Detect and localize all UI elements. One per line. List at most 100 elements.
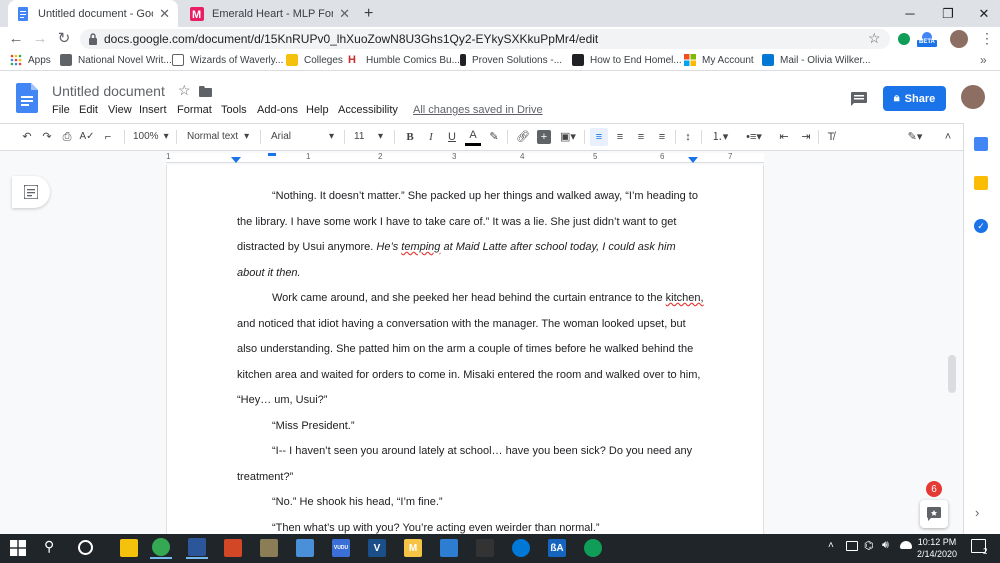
expand-panel-icon[interactable]: › xyxy=(975,505,979,520)
add-comment-icon[interactable]: + xyxy=(537,130,551,144)
move-folder-icon[interactable] xyxy=(199,86,212,97)
star-app-icon[interactable] xyxy=(474,537,496,559)
edge-icon[interactable] xyxy=(510,537,532,559)
style-select[interactable]: Normal text ▾ xyxy=(187,128,257,146)
undo-icon[interactable]: ↶ xyxy=(19,128,35,146)
windows-start-icon[interactable] xyxy=(10,540,26,556)
tab-mlp-forums[interactable]: M Emerald Heart - MLP Forums ✕ xyxy=(182,0,358,27)
first-line-indent-marker[interactable] xyxy=(268,153,276,156)
fa-app-icon[interactable]: ßA xyxy=(546,537,568,559)
document-line[interactable]: Work came around, and she peeked her hea… xyxy=(272,292,704,304)
text-color-icon[interactable]: A xyxy=(465,128,481,146)
menu-file[interactable]: File xyxy=(52,104,70,116)
align-left-icon[interactable]: ≡ xyxy=(590,128,608,146)
highlight-icon[interactable]: ✎ xyxy=(487,128,501,146)
align-center-icon[interactable]: ≡ xyxy=(612,128,628,146)
hangouts-icon[interactable] xyxy=(582,537,604,559)
chrome-icon[interactable] xyxy=(150,537,172,559)
minimize-icon[interactable]: ─ xyxy=(892,0,928,27)
browser-menu-icon[interactable]: ⋮ xyxy=(980,30,994,47)
decrease-indent-icon[interactable]: ⇤ xyxy=(776,128,792,146)
star-icon[interactable]: ☆ xyxy=(178,82,191,99)
close-icon[interactable]: ✕ xyxy=(339,6,350,22)
bookmark-humble[interactable]: H Humble Comics Bu... xyxy=(348,54,460,66)
account-avatar[interactable] xyxy=(961,85,985,109)
new-tab-button[interactable]: + xyxy=(364,5,373,23)
increase-indent-icon[interactable]: ⇥ xyxy=(798,128,814,146)
explore-button[interactable] xyxy=(920,500,948,528)
ruler[interactable]: 1 1 2 3 4 5 6 7 xyxy=(166,152,764,163)
print-icon[interactable]: ⎙ xyxy=(59,128,75,146)
bold-icon[interactable]: B xyxy=(403,128,417,146)
document-line[interactable]: “Then what’s up with you? You’re acting … xyxy=(272,522,600,534)
bookmark-my-account[interactable]: My Account xyxy=(684,54,754,66)
document-line[interactable]: distracted by Usui anymore. He’s temping… xyxy=(237,241,676,253)
clear-formatting-icon[interactable]: T̸ xyxy=(823,128,839,146)
notepad-icon[interactable] xyxy=(294,537,316,559)
word-icon[interactable] xyxy=(186,537,208,559)
vudu-icon[interactable]: VUDU xyxy=(330,537,352,559)
system-clock[interactable]: 10:12 PM 2/14/2020 xyxy=(912,536,962,560)
reload-icon[interactable]: ↻ xyxy=(56,31,72,47)
document-title[interactable]: Untitled document xyxy=(52,83,165,99)
comments-icon[interactable] xyxy=(851,92,867,106)
align-justify-icon[interactable]: ≡ xyxy=(654,128,670,146)
spellcheck-icon[interactable]: A✓ xyxy=(79,128,95,146)
insert-image-icon[interactable]: ▣▾ xyxy=(557,128,579,146)
font-size-select[interactable]: 11 ▾ xyxy=(354,128,388,146)
redo-icon[interactable]: ↷ xyxy=(39,128,55,146)
m-app-icon[interactable]: M xyxy=(402,537,424,559)
document-line[interactable]: kitchen area and waited for orders to co… xyxy=(237,369,700,381)
left-indent-marker[interactable] xyxy=(231,157,241,163)
bookmark-colleges[interactable]: Colleges xyxy=(286,54,343,66)
document-line[interactable]: also understanding. She patted him on th… xyxy=(237,343,693,355)
line-spacing-icon[interactable]: ↕ xyxy=(680,128,696,146)
scrollbar[interactable] xyxy=(948,355,956,393)
bookmark-proven[interactable]: Proven Solutions -... xyxy=(460,54,562,66)
save-status[interactable]: All changes saved in Drive xyxy=(413,104,543,116)
bookmark-mail[interactable]: Mail - Olivia Wilker... xyxy=(762,54,871,66)
bookmark-wizards[interactable]: Wizards of Waverly... xyxy=(172,54,283,66)
back-icon[interactable]: ← xyxy=(8,31,24,47)
link-icon[interactable]: 🔗︎ xyxy=(515,128,531,146)
document-line[interactable]: and noticed that idiot having a conversa… xyxy=(237,318,686,330)
address-bar[interactable]: docs.google.com/document/d/15KnRUPv0_lhX… xyxy=(80,29,890,49)
menu-edit[interactable]: Edit xyxy=(79,104,98,116)
bookmark-apps[interactable]: Apps xyxy=(10,54,51,66)
menu-format[interactable]: Format xyxy=(177,104,212,116)
window-close-icon[interactable]: ✕ xyxy=(966,0,1000,27)
document-line[interactable]: “Hey… um, Usui?” xyxy=(237,394,327,406)
docs-home-icon[interactable] xyxy=(16,83,38,113)
onedrive-icon[interactable] xyxy=(900,541,912,549)
collapse-toolbar-icon[interactable]: ˄ xyxy=(941,128,955,146)
bookmark-nanowrimo[interactable]: National Novel Writ... xyxy=(60,54,172,66)
font-select[interactable]: Arial ▾ xyxy=(271,128,339,146)
menu-accessibility[interactable]: Accessibility xyxy=(338,104,398,116)
show-hidden-icons[interactable]: ˄ xyxy=(828,540,834,551)
document-line[interactable]: about it then. xyxy=(237,267,301,279)
battery-icon[interactable] xyxy=(846,541,858,551)
share-button[interactable]: 🔒︎ Share xyxy=(883,86,946,111)
star-bookmark-icon[interactable]: ☆ xyxy=(868,30,881,47)
menu-addons[interactable]: Add-ons xyxy=(257,104,298,116)
paint-format-icon[interactable]: ⌐ xyxy=(100,128,116,146)
network-icon[interactable]: ⌬ xyxy=(864,539,874,552)
italic-icon[interactable]: I xyxy=(424,128,438,146)
close-icon[interactable]: ✕ xyxy=(159,6,170,22)
right-indent-marker[interactable] xyxy=(688,157,698,163)
tasks-icon[interactable]: ✓ xyxy=(974,219,988,233)
menu-tools[interactable]: Tools xyxy=(221,104,247,116)
menu-insert[interactable]: Insert xyxy=(139,104,167,116)
gimp-icon[interactable] xyxy=(258,537,280,559)
more-bookmarks-icon[interactable]: » xyxy=(980,53,987,67)
lock-icon[interactable] xyxy=(88,33,98,45)
editing-mode-icon[interactable]: ✎▾ xyxy=(902,128,928,146)
notification-badge[interactable]: 6 xyxy=(926,481,942,497)
document-line[interactable]: “Nothing. It doesn’t matter.” She packed… xyxy=(272,190,698,202)
beta-extension-icon[interactable]: BETA xyxy=(916,31,938,47)
underline-icon[interactable]: U xyxy=(445,128,459,146)
menu-help[interactable]: Help xyxy=(306,104,329,116)
document-line[interactable]: “No.” He shook his head, “I’m fine.” xyxy=(272,496,443,508)
zoom-select[interactable]: 100% ▾ xyxy=(133,128,173,146)
document-line[interactable]: “Miss President.” xyxy=(272,420,355,432)
